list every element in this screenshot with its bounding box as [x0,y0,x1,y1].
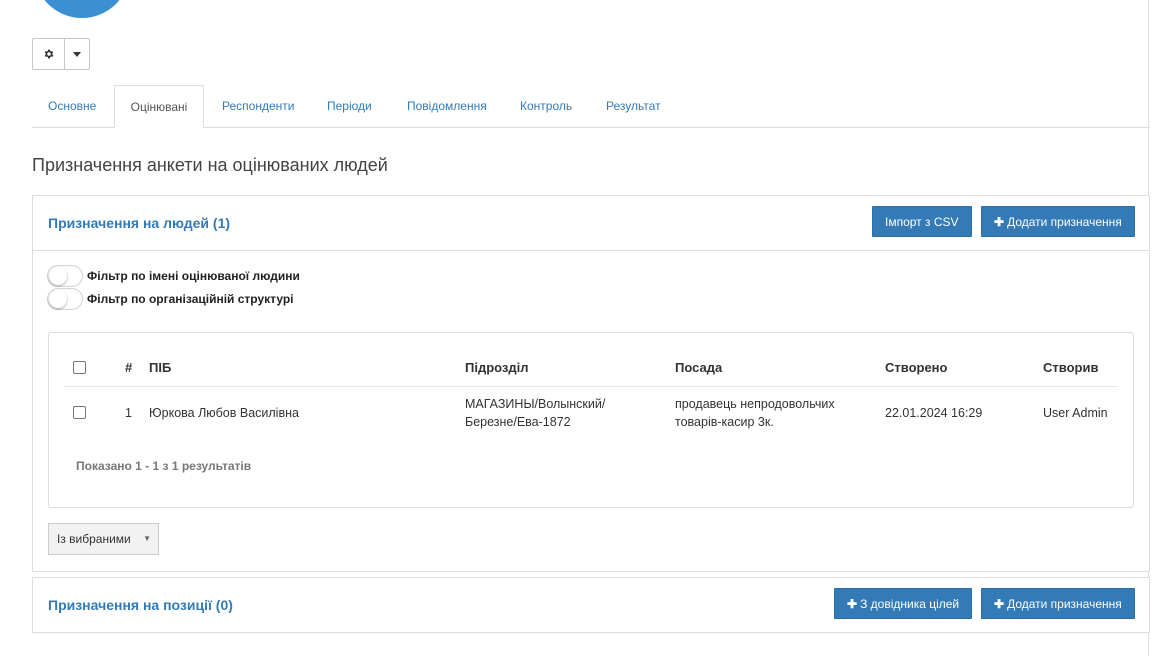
row-checkbox[interactable] [73,406,86,419]
row-position-line2: товарів-касир 3к. [675,415,774,429]
row-dept-line1: МАГАЗИНЫ/Волынский/ [465,397,606,411]
filter-name-label: Фільтр по імені оцінюваної людини [87,269,300,283]
toggle-knob [49,290,67,308]
import-csv-button[interactable]: Імпорт з CSV [872,206,972,237]
caret-down-icon: ▼ [143,534,151,543]
gear-icon[interactable] [33,39,64,69]
tab-respondents[interactable]: Респонденти [222,85,294,128]
row-dept-line2: Березне/Ева-1872 [465,415,571,429]
col-created-by-header[interactable]: Створив [1043,360,1098,375]
col-name-header[interactable]: ПІБ [149,360,171,375]
bulk-action-select[interactable]: Із вибраними ▼ [48,523,159,555]
add-assignment-button[interactable]: ✚ Додати призначення [981,206,1135,237]
caret-down-icon[interactable] [64,39,89,69]
avatar [34,0,130,18]
results-summary: Показано 1 - 1 з 1 результатів [76,459,252,473]
filter-org-label: Фільтр по організаційній структурі [87,292,294,306]
tab-result[interactable]: Результат [606,85,661,128]
col-num-header: # [125,360,133,375]
settings-button-group[interactable] [32,38,90,70]
tab-basic[interactable]: Основне [48,85,96,128]
bulk-action-label: Із вибраними [57,532,131,546]
row-created: 22.01.2024 16:29 [885,406,983,420]
row-name: Юркова Любов Василівна [149,406,299,420]
row-num: 1 [125,406,132,420]
tab-messages[interactable]: Повідомлення [407,85,487,128]
tab-evaluated[interactable]: Оцінювані [114,85,204,128]
tab-periods[interactable]: Періоди [327,85,372,128]
people-assignment-panel: Призначення на людей (1) Імпорт з CSV ✚ Д… [32,195,1150,572]
filter-name-row: Фільтр по імені оцінюваної людини [47,265,300,287]
add-assignment-label: Додати призначення [1007,215,1122,229]
add-position-assignment-label: Додати призначення [1007,597,1122,611]
row-position-line1: продавець непродовольчих [675,397,835,411]
add-position-assignment-button[interactable]: ✚ Додати призначення [981,588,1135,619]
filter-name-toggle[interactable] [47,265,83,287]
col-position-header[interactable]: Посада [675,360,722,375]
tab-control[interactable]: Контроль [520,85,572,128]
row-created-by: User Admin [1043,406,1108,420]
positions-assignment-panel: Призначення на позиції (0) ✚ З довідника … [32,577,1150,633]
plus-icon: ✚ [994,215,1005,229]
panel-title[interactable]: Призначення на людей (1) [48,215,230,231]
page-title: Призначення анкети на оцінюваних людей [32,155,388,175]
row-divider [64,386,1118,387]
goals-directory-button[interactable]: ✚ З довідника цілей [834,588,973,619]
toggle-knob [49,267,67,285]
filter-org-toggle[interactable] [47,288,83,310]
people-table-box: # ПІБ Підрозділ Посада Створено Створив … [48,332,1134,508]
tab-bar: Основне Оцінювані Респонденти Періоди По… [32,85,1150,128]
plus-icon: ✚ [994,597,1005,611]
panel-header: Призначення на людей (1) Імпорт з CSV ✚ Д… [33,196,1149,251]
plus-icon: ✚ [847,597,858,611]
goals-directory-label: З довідника цілей [860,597,960,611]
panel-title[interactable]: Призначення на позиції (0) [48,597,233,613]
col-created-header[interactable]: Створено [885,360,947,375]
filter-org-row: Фільтр по організаційній структурі [47,288,294,310]
col-dept-header[interactable]: Підрозділ [465,360,529,375]
select-all-checkbox[interactable] [73,361,86,374]
